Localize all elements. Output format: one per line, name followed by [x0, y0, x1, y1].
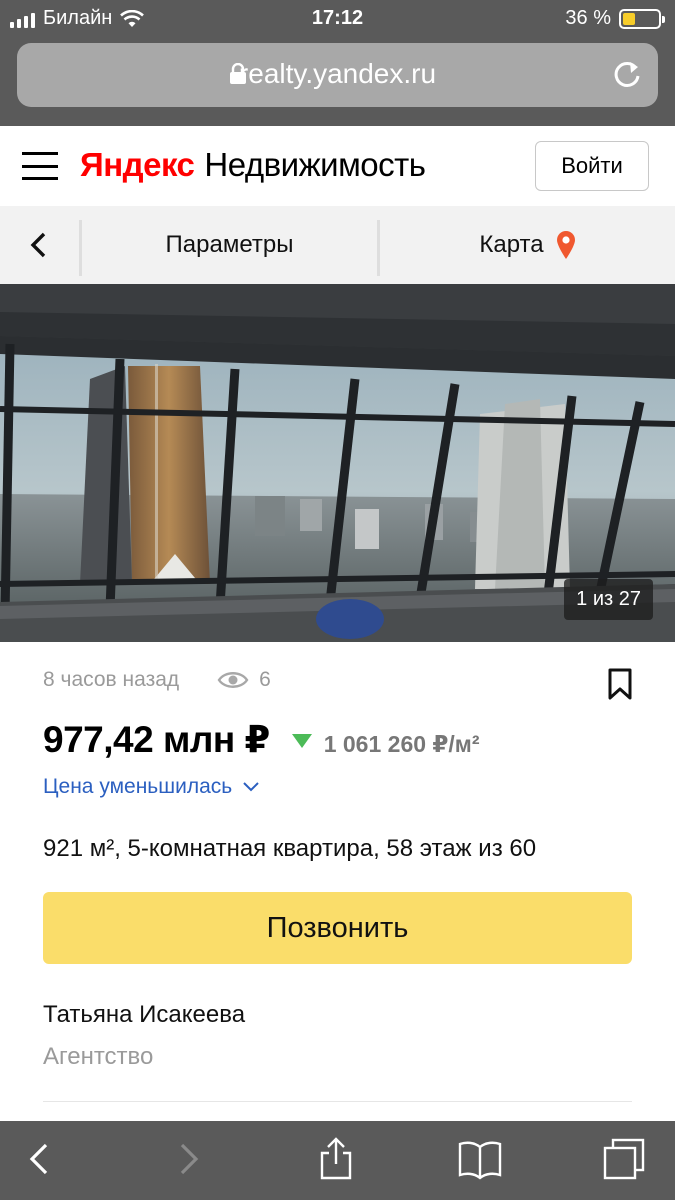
hamburger-icon[interactable] [22, 152, 58, 180]
chevron-left-icon[interactable] [18, 1137, 62, 1181]
url-text: realty.yandex.ru [238, 58, 437, 89]
tabs-icon[interactable] [602, 1137, 646, 1181]
price: 977,42 млн ₽ [43, 719, 270, 760]
listing-photo[interactable]: 1 из 27 [0, 284, 675, 642]
battery-icon [619, 8, 665, 29]
listing-meta: 8 часов назад 6 [43, 668, 271, 692]
price-change-toggle[interactable]: Цена уменьшилась [43, 775, 260, 799]
share-icon[interactable] [314, 1137, 358, 1181]
chevron-down-icon [243, 782, 259, 792]
view-count: 6 [259, 668, 271, 691]
price-change-label: Цена уменьшилась [43, 775, 233, 798]
map-label: Карта [479, 231, 544, 258]
chevron-left-icon[interactable] [22, 228, 56, 262]
price-down-icon [291, 734, 312, 748]
bookmark-icon[interactable] [607, 668, 633, 700]
book-icon[interactable] [458, 1137, 502, 1181]
params-tab[interactable]: Параметры [82, 206, 377, 284]
logo-brand: Яндекс [80, 146, 195, 183]
chevron-right-icon[interactable] [166, 1137, 210, 1181]
photo-counter: 1 из 27 [564, 579, 653, 620]
site-logo[interactable]: Яндекс Недвижимость [80, 146, 426, 184]
eye-icon [217, 672, 249, 688]
site-header: Яндекс Недвижимость Войти [0, 126, 675, 206]
map-pin-icon [556, 231, 575, 259]
status-bar: Билайн 17:12 36 % [0, 0, 675, 38]
listing-description: 921 м², 5-комнатная квартира, 58 этаж из… [43, 835, 537, 862]
price-row: 977,42 млн ₽ 1 061 260 ₽/м² [43, 718, 479, 761]
call-button[interactable]: Позвонить [43, 892, 632, 964]
login-button[interactable]: Войти [535, 141, 649, 191]
price-per-m2: 1 061 260 ₽/м² [323, 731, 480, 757]
divider [43, 1101, 632, 1102]
map-tab[interactable]: Карта [380, 206, 675, 284]
reload-icon[interactable] [610, 57, 644, 91]
browser-chrome-top: Билайн 17:12 36 % realty.yandex.ru [0, 0, 675, 126]
status-right: 36 % [565, 7, 665, 30]
sub-navigation: Параметры Карта [0, 206, 675, 284]
agent-name: Татьяна Исакеева [43, 1001, 246, 1028]
browser-toolbar [0, 1121, 675, 1200]
posted-time: 8 часов назад [43, 668, 180, 691]
params-label: Параметры [165, 231, 294, 258]
battery-percent: 36 % [565, 7, 611, 29]
agent-type: Агентство [43, 1043, 154, 1070]
address-bar[interactable]: realty.yandex.ru [17, 43, 658, 107]
logo-service: Недвижимость [204, 146, 426, 183]
